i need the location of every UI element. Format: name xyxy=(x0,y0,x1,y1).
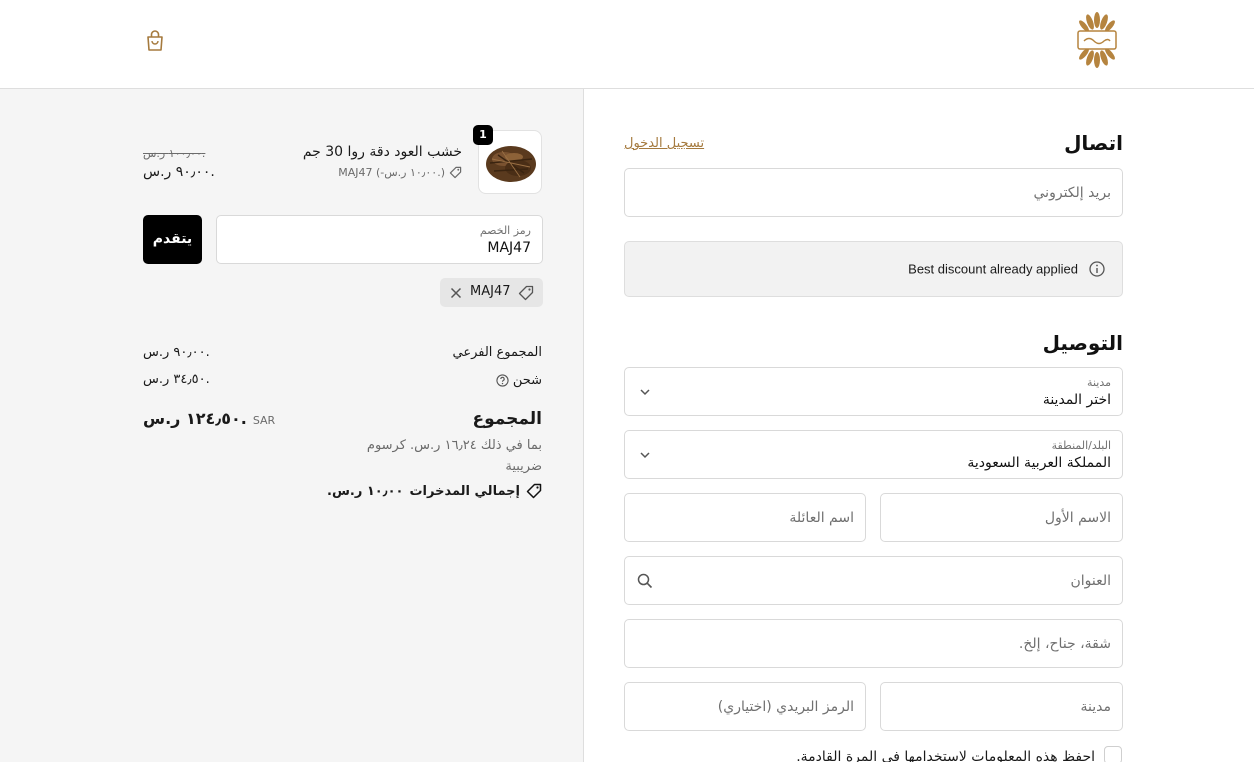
item-price: ٩٠٫٠٠ ر.س. xyxy=(143,164,215,180)
save-info-checkbox[interactable] xyxy=(1104,746,1122,762)
country-select-value: المملكة العربية السعودية xyxy=(967,455,1111,471)
shipping-value: ٣٤٫٥٠ ر.س. xyxy=(143,372,210,387)
shipping-label: شحن xyxy=(512,372,542,388)
tag-icon xyxy=(449,166,462,178)
applied-discount-code: MAJ47 xyxy=(470,284,511,299)
search-icon[interactable] xyxy=(637,573,653,589)
tax-note: بما في ذلك ١٦٫٢٤ ر.س. كرسوم ضريبية xyxy=(366,438,542,474)
delivery-heading: التوصيل xyxy=(1042,331,1123,355)
agarwood-image xyxy=(486,146,536,182)
savings-value: ١٠٫٠٠ ر.س. xyxy=(327,483,404,499)
apply-discount-button[interactable]: يتقدم xyxy=(143,215,202,264)
discount-notice-text: Best discount already applied xyxy=(908,261,1078,277)
first-name-field[interactable]: الاسم الأول xyxy=(880,493,1123,542)
save-info-label: احفظ هذه المعلومات لاستخدامها في المرة ا… xyxy=(796,749,1095,762)
last-name-field[interactable]: اسم العائلة xyxy=(624,493,866,542)
discount-notice: Best discount already applied xyxy=(624,241,1123,297)
product-name: خشب العود دقة روا 30 جم xyxy=(302,144,462,160)
savings-tag-icon xyxy=(526,483,542,499)
quantity-badge: 1 xyxy=(473,125,493,145)
discount-code-label: رمز الخصم xyxy=(479,224,531,237)
last-name-placeholder: اسم العائلة xyxy=(789,509,854,526)
savings-row: إجمالي المدخرات ١٠٫٠٠ ر.س. xyxy=(327,482,542,500)
subtotal-value: ٩٠٫٠٠ ر.س. xyxy=(143,345,210,360)
contact-heading: اتصال xyxy=(1064,131,1123,155)
discount-code-field[interactable]: رمز الخصم MAJ47 xyxy=(216,215,543,264)
close-icon[interactable] xyxy=(450,287,462,299)
city-select[interactable]: مدينة اختر المدينة xyxy=(624,367,1123,416)
info-icon xyxy=(1089,261,1105,277)
country-select[interactable]: البلد/المنطقة المملكة العربية السعودية xyxy=(624,430,1123,479)
apartment-field[interactable]: شقة، جناح، إلخ. xyxy=(624,619,1123,668)
original-price: ١٠٠٫٠٠ ر.س. xyxy=(143,147,206,160)
product-discount-line: MAJ47 (-١٠٫٠٠ ر.س.) xyxy=(338,165,462,179)
postal-code-field[interactable]: الرمز البريدي (اختياري) xyxy=(624,682,866,731)
help-icon[interactable] xyxy=(496,373,509,387)
applied-discount-chip: MAJ47 xyxy=(440,278,543,307)
address-field[interactable]: العنوان xyxy=(624,556,1123,605)
currency-code: SAR xyxy=(252,414,276,427)
product-discount-text: MAJ47 (-١٠٫٠٠ ر.س.) xyxy=(338,165,445,179)
chevron-down-icon xyxy=(640,451,650,458)
shipping-row: شحن xyxy=(496,372,542,388)
email-placeholder: بريد إلكتروني xyxy=(1033,184,1111,201)
tag-icon xyxy=(518,285,534,301)
city-field[interactable]: مدينة xyxy=(880,682,1123,731)
checkout-form: اتصال تسجيل الدخول بريد إلكتروني Best di… xyxy=(584,89,1254,762)
site-header xyxy=(0,0,1254,89)
shopping-bag-icon[interactable] xyxy=(142,28,168,54)
total-value: ١٢٤٫٥٠ ر.س. xyxy=(143,409,247,428)
postal-code-placeholder: الرمز البريدي (اختياري) xyxy=(717,698,854,715)
savings-label: إجمالي المدخرات xyxy=(409,483,520,499)
address-placeholder: العنوان xyxy=(1070,572,1111,589)
apartment-placeholder: شقة، جناح، إلخ. xyxy=(1018,635,1111,652)
city-select-label: مدينة xyxy=(1087,376,1111,389)
city-placeholder: مدينة xyxy=(1080,698,1111,715)
email-field[interactable]: بريد إلكتروني xyxy=(624,168,1123,217)
chevron-down-icon xyxy=(640,388,650,395)
city-select-value: اختر المدينة xyxy=(1042,392,1111,408)
login-link[interactable]: تسجيل الدخول xyxy=(624,136,704,151)
total-amount: ١٢٤٫٥٠ ر.س. SAR xyxy=(143,409,275,428)
total-label: المجموع xyxy=(472,409,542,429)
country-select-label: البلد/المنطقة xyxy=(1051,439,1111,452)
first-name-placeholder: الاسم الأول xyxy=(1044,509,1111,526)
discount-code-value: MAJ47 xyxy=(487,240,531,256)
brand-logo-icon[interactable] xyxy=(1074,10,1120,70)
order-summary: 1 خشب العود دقة روا 30 جم MAJ47 (-١٠٫٠٠ … xyxy=(0,89,584,762)
subtotal-label: المجموع الفرعي xyxy=(452,345,542,360)
